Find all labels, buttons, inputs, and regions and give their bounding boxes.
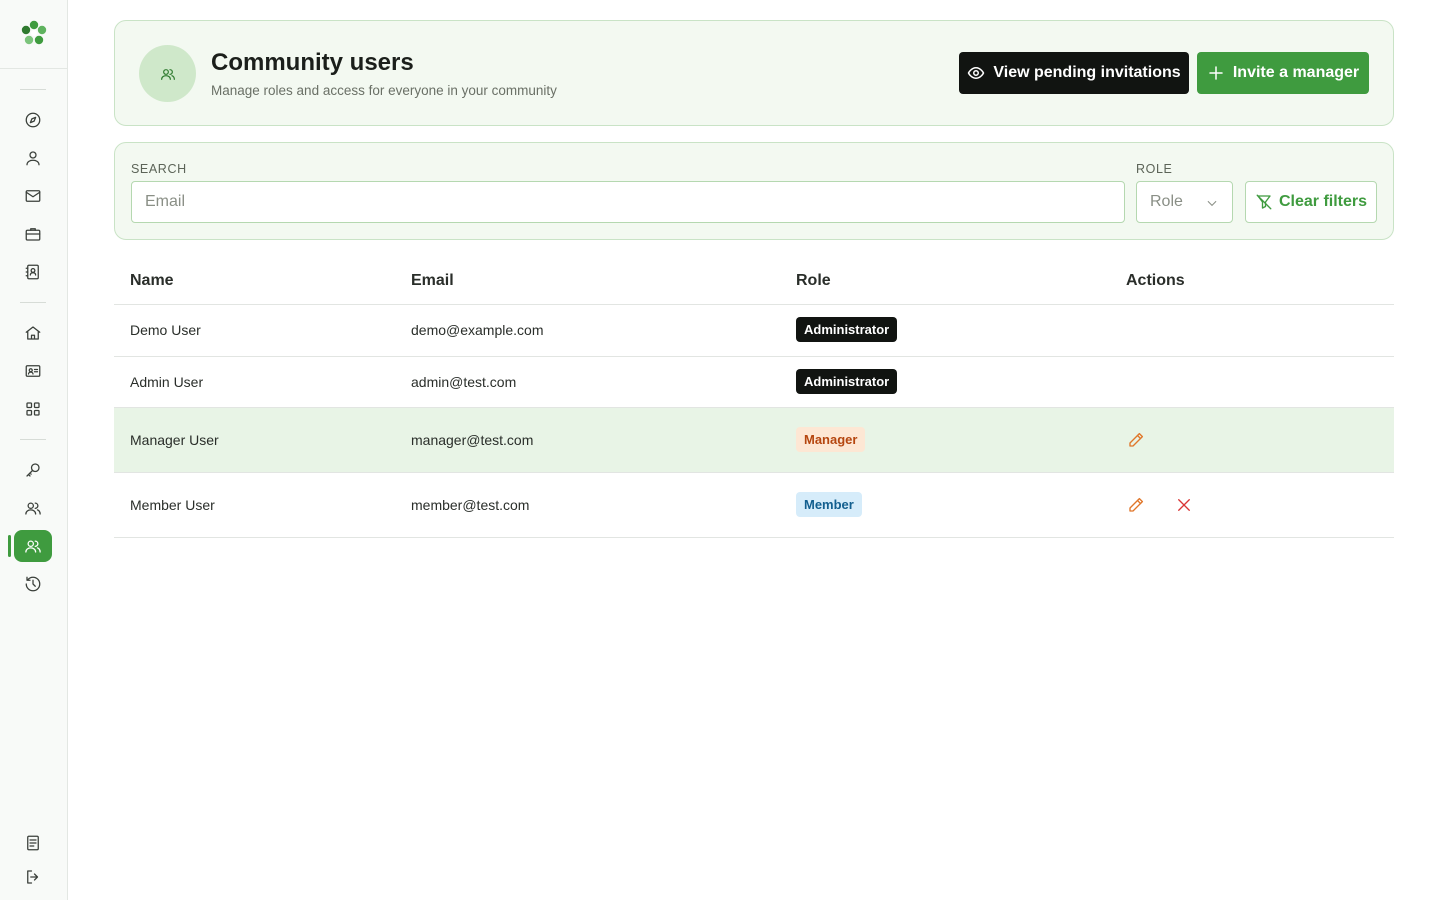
contact-book-icon xyxy=(25,264,39,280)
filter-panel: SEARCH ROLE Role Clear filters xyxy=(114,142,1394,240)
pencil-icon xyxy=(1129,497,1144,512)
role-badge: Administrator xyxy=(796,317,898,342)
filter-off-icon xyxy=(1256,194,1272,210)
user-icon xyxy=(26,151,40,166)
app-logo[interactable] xyxy=(20,19,48,47)
page-header: Community users Manage roles and access … xyxy=(114,20,1394,126)
user-email: manager@test.com xyxy=(411,432,534,448)
table-row: Admin User admin@test.com Administrator xyxy=(114,357,1394,408)
id-card-icon xyxy=(25,365,41,377)
sidebar-divider xyxy=(20,439,46,440)
home-icon xyxy=(25,326,41,340)
table-row: Manager User manager@test.com Manager xyxy=(114,408,1394,473)
remove-user-button[interactable] xyxy=(1174,495,1194,515)
user-name: Admin User xyxy=(130,374,204,390)
role-badge: Manager xyxy=(796,427,866,452)
user-email: member@test.com xyxy=(411,497,530,513)
grid-icon xyxy=(26,402,40,416)
page-title: Community users xyxy=(211,49,414,76)
nav-community-users[interactable] xyxy=(14,530,52,562)
column-header-name: Name xyxy=(130,272,174,289)
document-icon xyxy=(27,835,39,851)
table-row: Member User member@test.com Member xyxy=(114,473,1394,538)
nav-apps[interactable] xyxy=(14,393,52,425)
users-icon xyxy=(25,502,41,515)
active-indicator xyxy=(8,535,11,557)
view-pending-invitations-button[interactable]: View pending invitations xyxy=(959,52,1189,94)
nav-access-keys[interactable] xyxy=(14,454,52,486)
edit-user-button[interactable] xyxy=(1126,495,1146,515)
role-select[interactable]: Role xyxy=(1136,181,1233,223)
eye-icon xyxy=(968,67,985,79)
chevron-down-icon xyxy=(1207,200,1217,207)
clear-filters-label: Clear filters xyxy=(1278,193,1368,210)
community-users-icon xyxy=(160,68,175,80)
page-icon-badge xyxy=(139,45,196,102)
user-name: Manager User xyxy=(130,432,219,448)
sidebar-divider xyxy=(20,89,46,90)
nav-contacts[interactable] xyxy=(14,256,52,288)
history-icon xyxy=(25,576,41,592)
user-name: Member User xyxy=(130,497,215,513)
table-row: Demo User demo@example.com Administrator xyxy=(114,305,1394,357)
nav-logout[interactable] xyxy=(14,861,52,893)
search-label: SEARCH xyxy=(131,162,187,176)
compass-icon xyxy=(25,112,41,128)
close-icon xyxy=(1178,499,1190,511)
user-name: Demo User xyxy=(130,322,201,338)
nav-profile[interactable] xyxy=(14,142,52,174)
sidebar xyxy=(0,0,68,900)
plus-icon xyxy=(1209,66,1223,80)
users-table: Name Email Role Actions Demo User demo@e… xyxy=(114,256,1394,538)
mail-icon xyxy=(25,190,41,202)
briefcase-icon xyxy=(25,228,41,241)
role-label: ROLE xyxy=(1136,162,1173,176)
nav-home[interactable] xyxy=(14,317,52,349)
page-subtitle: Manage roles and access for everyone in … xyxy=(211,83,557,98)
search-input[interactable] xyxy=(131,181,1125,223)
sidebar-divider xyxy=(0,68,67,69)
nav-history[interactable] xyxy=(14,568,52,600)
edit-user-button[interactable] xyxy=(1126,430,1146,450)
nav-documents[interactable] xyxy=(14,827,52,859)
view-pending-invitations-label: View pending invitations xyxy=(993,64,1181,81)
logout-icon xyxy=(27,870,39,884)
nav-users[interactable] xyxy=(14,492,52,524)
key-icon xyxy=(26,463,40,477)
role-select-value: Role xyxy=(1150,193,1183,210)
nav-id-card[interactable] xyxy=(14,355,52,387)
pencil-icon xyxy=(1129,432,1144,447)
column-header-role: Role xyxy=(796,272,831,289)
invite-manager-button[interactable]: Invite a manager xyxy=(1197,52,1369,94)
nav-jobs[interactable] xyxy=(14,218,52,250)
user-email: admin@test.com xyxy=(411,374,517,390)
table-header: Name Email Role Actions xyxy=(114,256,1394,305)
clear-filters-button[interactable]: Clear filters xyxy=(1245,181,1377,223)
column-header-actions: Actions xyxy=(1126,272,1185,289)
nav-messages[interactable] xyxy=(14,180,52,212)
user-email: demo@example.com xyxy=(411,322,544,338)
invite-manager-label: Invite a manager xyxy=(1232,64,1360,81)
role-badge: Member xyxy=(796,492,862,517)
column-header-email: Email xyxy=(411,272,454,289)
sidebar-divider xyxy=(20,302,46,303)
nav-explore[interactable] xyxy=(14,104,52,136)
community-users-icon xyxy=(25,540,41,553)
role-badge: Administrator xyxy=(796,369,898,394)
